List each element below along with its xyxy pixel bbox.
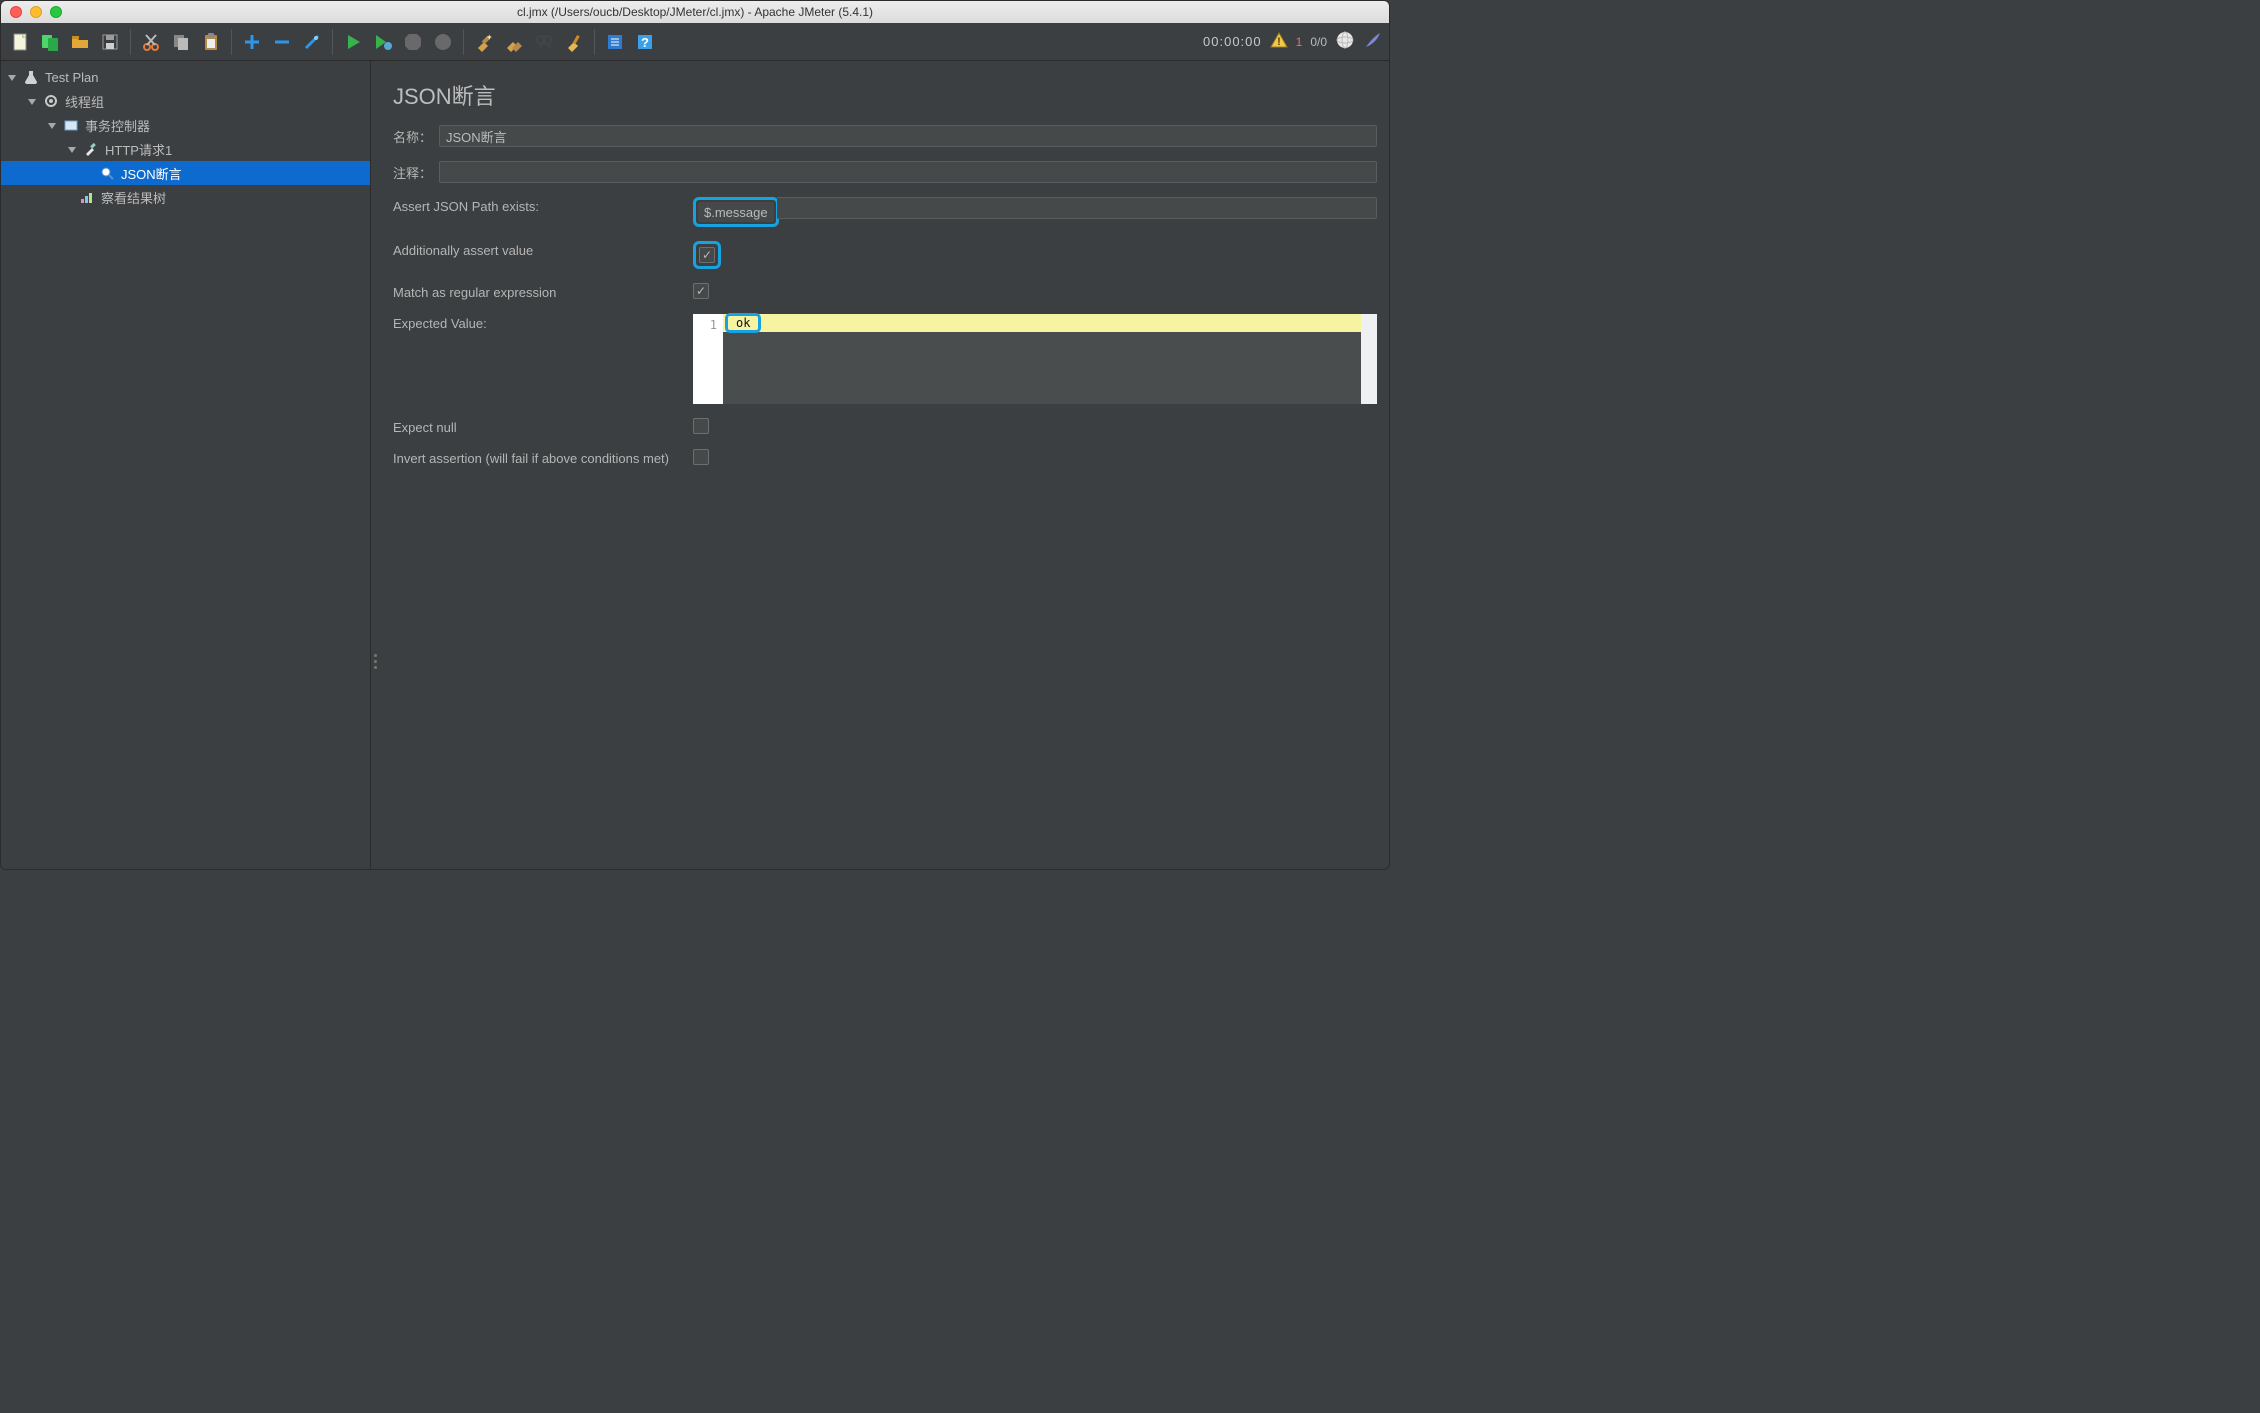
editor-panel: JSON断言 名称： 注释： Assert JSON Path exists: (371, 61, 1389, 869)
chevron-down-icon[interactable] (47, 119, 59, 131)
splitter-handle[interactable] (374, 654, 377, 669)
copy-icon[interactable] (168, 29, 194, 55)
dropper-icon (83, 141, 99, 157)
tree-node-transaction-controller[interactable]: 事务控制器 (1, 113, 370, 137)
invert-assertion-label: Invert assertion (will fail if above con… (393, 449, 693, 466)
comment-label: 注释： (393, 161, 439, 182)
expected-value-label: Expected Value: (393, 314, 693, 331)
test-plan-tree[interactable]: Test Plan 线程组 事务控制器 HTTP请求1 (1, 61, 371, 869)
titlebar: cl.jmx (/Users/oucb/Desktop/JMeter/cl.jm… (1, 1, 1389, 23)
stop-icon[interactable] (400, 29, 426, 55)
editor-gutter: 1 (693, 314, 723, 404)
tree-label: 察看结果树 (101, 188, 166, 207)
app-window: cl.jmx (/Users/oucb/Desktop/JMeter/cl.jm… (0, 0, 1390, 870)
chevron-down-icon[interactable] (67, 143, 79, 155)
chart-icon (79, 189, 95, 205)
chevron-down-icon[interactable] (27, 95, 39, 107)
thread-ratio: 0/0 (1310, 35, 1327, 49)
comment-input[interactable] (439, 161, 1377, 183)
clear-icon[interactable]: ✦ (471, 29, 497, 55)
toolbar: ✦ ? 00:00:00 ! 1 0/0 (1, 23, 1389, 61)
sphere-icon[interactable] (1335, 30, 1355, 53)
tree-label: 线程组 (65, 92, 104, 111)
toggle-icon[interactable] (299, 29, 325, 55)
tree-label: HTTP请求1 (105, 140, 172, 159)
shutdown-icon[interactable] (430, 29, 456, 55)
tree-node-view-results-tree[interactable]: 察看结果树 (1, 185, 370, 209)
expect-null-label: Expect null (393, 418, 693, 435)
templates-icon[interactable] (37, 29, 63, 55)
maximize-window-button[interactable] (50, 6, 62, 18)
help-icon[interactable]: ? (632, 29, 658, 55)
start-no-pause-icon[interactable] (370, 29, 396, 55)
assert-path-input-tail[interactable] (777, 197, 1377, 219)
new-file-icon[interactable] (7, 29, 33, 55)
window-title: cl.jmx (/Users/oucb/Desktop/JMeter/cl.jm… (1, 5, 1389, 19)
paste-icon[interactable] (198, 29, 224, 55)
additionally-assert-checkbox[interactable] (699, 247, 715, 263)
reset-search-icon[interactable] (561, 29, 587, 55)
name-input[interactable] (439, 125, 1377, 147)
tree-label: 事务控制器 (85, 116, 150, 135)
cut-icon[interactable] (138, 29, 164, 55)
warning-icon[interactable]: ! (1270, 31, 1288, 52)
match-regex-checkbox[interactable] (693, 283, 709, 299)
svg-text:?: ? (641, 35, 649, 50)
open-file-icon[interactable] (67, 29, 93, 55)
elapsed-time: 00:00:00 (1203, 34, 1262, 49)
panel-title: JSON断言 (393, 79, 1377, 111)
highlight-json-path (693, 197, 779, 227)
tree-label: Test Plan (45, 70, 98, 85)
assert-path-input[interactable] (698, 202, 774, 222)
save-file-icon[interactable] (97, 29, 123, 55)
start-icon[interactable] (340, 29, 366, 55)
invert-assertion-checkbox[interactable] (693, 449, 709, 465)
assert-path-label: Assert JSON Path exists: (393, 197, 693, 214)
additionally-assert-label: Additionally assert value (393, 241, 693, 258)
highlight-additionally-assert (693, 241, 721, 269)
clear-all-icon[interactable] (501, 29, 527, 55)
controller-icon (63, 117, 79, 133)
expand-icon[interactable] (239, 29, 265, 55)
tree-node-thread-group[interactable]: 线程组 (1, 89, 370, 113)
svg-text:✦: ✦ (486, 33, 493, 42)
tree-node-http-request[interactable]: HTTP请求1 (1, 137, 370, 161)
close-window-button[interactable] (10, 6, 22, 18)
highlight-expected-value: ok (725, 313, 761, 333)
gear-icon (43, 93, 59, 109)
svg-text:!: ! (1277, 36, 1281, 48)
expected-value-editor[interactable]: 1 ok (693, 314, 1377, 404)
collapse-icon[interactable] (269, 29, 295, 55)
window-controls (10, 6, 62, 18)
editor-scrollbar[interactable] (1361, 314, 1377, 404)
expect-null-checkbox[interactable] (693, 418, 709, 434)
tree-node-json-assertion[interactable]: JSON断言 (1, 161, 370, 185)
minimize-window-button[interactable] (30, 6, 42, 18)
tree-label: JSON断言 (121, 164, 182, 183)
chevron-down-icon[interactable] (7, 71, 19, 83)
name-label: 名称： (393, 125, 439, 146)
warning-count: 1 (1296, 35, 1303, 49)
search-icon[interactable] (531, 29, 557, 55)
main-body: Test Plan 线程组 事务控制器 HTTP请求1 (1, 61, 1389, 869)
match-regex-label: Match as regular expression (393, 283, 693, 300)
tree-node-test-plan[interactable]: Test Plan (1, 65, 370, 89)
function-helper-icon[interactable] (602, 29, 628, 55)
flask-icon (23, 69, 39, 85)
magnifier-icon (99, 165, 115, 181)
feather-icon[interactable] (1363, 30, 1383, 53)
